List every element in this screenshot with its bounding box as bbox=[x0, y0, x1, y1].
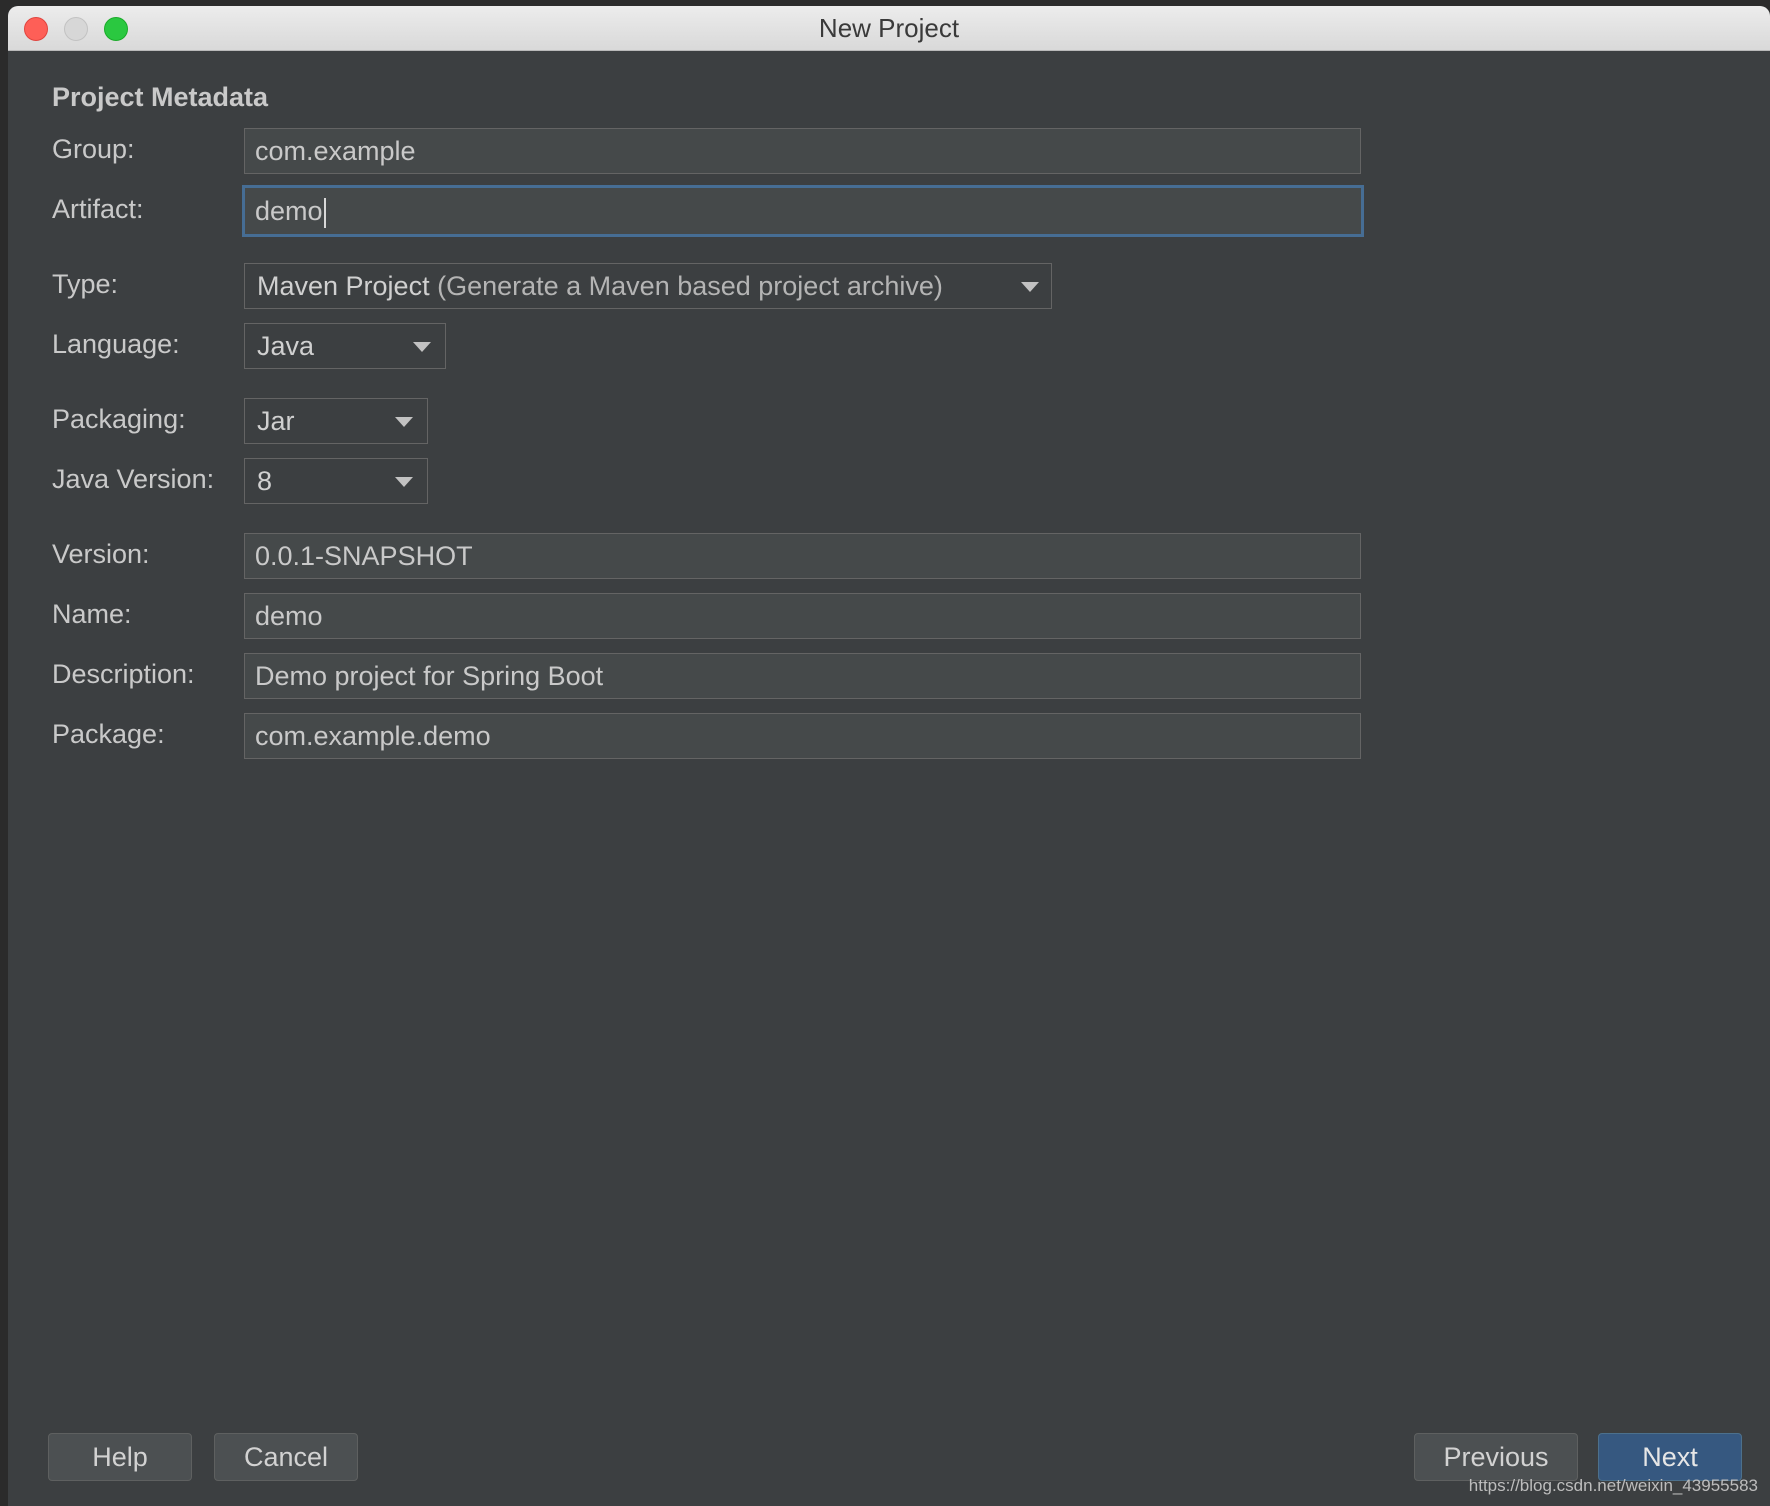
text-caret bbox=[323, 197, 326, 228]
version-input-value: 0.0.1-SNAPSHOT bbox=[255, 541, 473, 571]
description-label: Description: bbox=[52, 659, 195, 689]
artifact-input[interactable]: demo bbox=[242, 185, 1364, 237]
chevron-down-icon bbox=[395, 477, 413, 487]
language-label: Language: bbox=[52, 329, 180, 359]
type-dropdown-value: Maven Project bbox=[257, 271, 430, 301]
group-input[interactable]: com.example bbox=[244, 128, 1361, 174]
watermark-url: https://blog.csdn.net/weixin_43955583 bbox=[1468, 1476, 1758, 1495]
packaging-label: Packaging: bbox=[52, 404, 186, 434]
package-label: Package: bbox=[52, 719, 165, 749]
packaging-dropdown-value: Jar bbox=[257, 406, 295, 436]
chevron-down-icon bbox=[413, 342, 431, 352]
language-dropdown-value: Java bbox=[257, 331, 315, 361]
package-input[interactable]: com.example.demo bbox=[244, 713, 1361, 759]
name-input[interactable]: demo bbox=[244, 593, 1361, 639]
group-label: Group: bbox=[52, 134, 135, 164]
artifact-label: Artifact: bbox=[52, 194, 144, 224]
java-version-dropdown[interactable]: 8 bbox=[244, 458, 428, 504]
packaging-dropdown[interactable]: Jar bbox=[244, 398, 428, 444]
type-dropdown-hint: (Generate a Maven based project archive) bbox=[437, 271, 943, 301]
cancel-button[interactable]: Cancel bbox=[214, 1433, 358, 1481]
name-input-value: demo bbox=[255, 601, 323, 631]
section-title: Project Metadata bbox=[52, 82, 269, 112]
window-title: New Project bbox=[818, 13, 960, 43]
java-version-dropdown-value: 8 bbox=[257, 466, 273, 496]
previous-button[interactable]: Previous bbox=[1414, 1433, 1578, 1481]
package-input-value: com.example.demo bbox=[255, 721, 491, 751]
new-project-dialog: New Project Project Metadata Group: com.… bbox=[8, 6, 1770, 1506]
name-label: Name: bbox=[52, 599, 132, 629]
language-dropdown[interactable]: Java bbox=[244, 323, 446, 369]
chevron-down-icon bbox=[1021, 282, 1039, 292]
type-label: Type: bbox=[52, 269, 119, 299]
version-input[interactable]: 0.0.1-SNAPSHOT bbox=[244, 533, 1361, 579]
description-input[interactable]: Demo project for Spring Boot bbox=[244, 653, 1361, 699]
next-button[interactable]: Next bbox=[1598, 1433, 1742, 1481]
description-input-value: Demo project for Spring Boot bbox=[255, 661, 604, 691]
help-button[interactable]: Help bbox=[48, 1433, 192, 1481]
type-dropdown[interactable]: Maven Project (Generate a Maven based pr… bbox=[244, 263, 1052, 309]
version-label: Version: bbox=[52, 539, 150, 569]
artifact-input-value: demo bbox=[255, 196, 323, 226]
java-version-label: Java Version: bbox=[52, 464, 215, 494]
chevron-down-icon bbox=[395, 417, 413, 427]
group-input-value: com.example bbox=[255, 136, 416, 166]
title-bar: New Project bbox=[8, 6, 1770, 51]
